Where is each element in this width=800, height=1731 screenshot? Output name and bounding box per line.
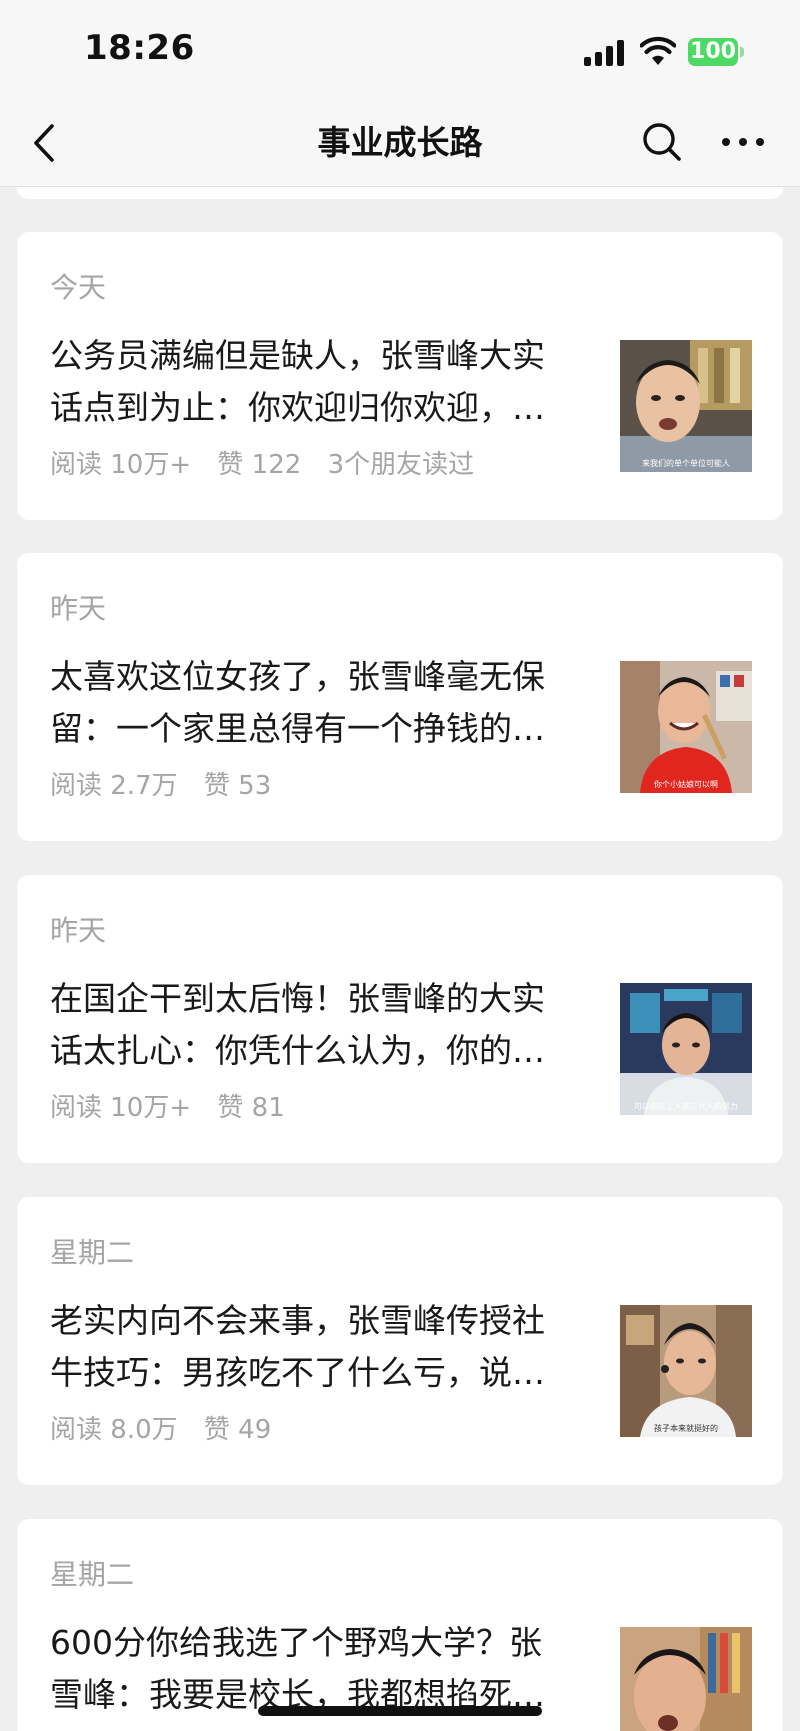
thumbnail-caption: 来我们的单个单位可能人 [642,458,730,468]
article-title[interactable]: 太喜欢这位女孩了，张雪峰毫无保 留：一个家里总得有一个挣钱的… [50,651,580,755]
article-thumbnail[interactable]: 来我们的单个单位可能人 [620,340,752,472]
article-date: 今天 [50,271,107,304]
page-title: 事业成长路 [317,123,483,162]
read-count: 阅读 10万+ [50,1093,192,1123]
thumbnail-caption: 可以把这上人家三代人的努力 [634,1101,738,1111]
article-stats: 阅读 10万+ 赞 122 3个朋友读过 [50,444,492,481]
article-thumbnail[interactable]: 孩子本来就挺好的 [620,1305,752,1437]
home-indicator[interactable] [258,1706,542,1716]
article-card[interactable]: 昨天 太喜欢这位女孩了，张雪峰毫无保 留：一个家里总得有一个挣钱的… 阅读 2.… [17,553,783,841]
battery-icon: 100 [688,38,744,66]
article-title[interactable]: 在国企干到太后悔！张雪峰的大实 话太扎心：你凭什么认为，你的… [50,973,580,1077]
article-title[interactable]: 老实内向不会来事，张雪峰传授社 牛技巧：男孩吃不了什么亏，说… [50,1295,580,1399]
read-count: 阅读 8.0万 [50,1415,178,1445]
article-card[interactable]: 星期二 600分你给我选了个野鸡大学？张 雪峰：我要是校长，我都想掐死… [17,1519,783,1731]
like-count: 赞 122 [217,450,302,480]
article-stats: 阅读 2.7万 赞 53 [50,765,289,802]
nav-bar: 事业成长路 [0,100,800,187]
article-title[interactable]: 公务员满编但是缺人，张雪峰大实 话点到为止：你欢迎归你欢迎，… [50,330,580,434]
cellular-signal-icon [584,38,626,66]
article-card[interactable]: 今天 公务员满编但是缺人，张雪峰大实 话点到为止：你欢迎归你欢迎，… 阅读 10… [17,232,783,520]
back-chevron-icon[interactable] [26,118,66,168]
article-thumbnail[interactable]: 可以把这上人家三代人的努力 [620,983,752,1115]
read-count: 阅读 10万+ [50,450,192,480]
article-card[interactable]: 昨天 在国企干到太后悔！张雪峰的大实 话太扎心：你凭什么认为，你的… 阅读 10… [17,875,783,1163]
article-thumbnail[interactable] [620,1627,752,1731]
previous-article-card-tail [17,187,783,199]
like-count: 赞 53 [203,771,272,801]
status-time: 18:26 [84,28,195,68]
thumbnail-caption: 你个小姑娘可以啊 [654,779,718,789]
article-card[interactable]: 星期二 老实内向不会来事，张雪峰传授社 牛技巧：男孩吃不了什么亏，说… 阅读 8… [17,1197,783,1485]
article-thumbnail[interactable]: 你个小姑娘可以啊 [620,661,752,793]
thumbnail-caption: 孩子本来就挺好的 [654,1423,718,1433]
article-date: 昨天 [50,914,107,947]
status-bar: 18:26 100 [0,0,800,100]
article-stats: 阅读 10万+ 赞 81 [50,1087,303,1124]
friends-read: 3个朋友读过 [327,450,475,480]
article-stats: 阅读 8.0万 赞 49 [50,1409,289,1446]
read-count: 阅读 2.7万 [50,771,178,801]
like-count: 赞 81 [217,1093,285,1123]
like-count: 赞 49 [203,1415,272,1445]
search-icon[interactable] [640,120,684,164]
article-date: 昨天 [50,592,107,625]
article-feed[interactable]: 今天 公务员满编但是缺人，张雪峰大实 话点到为止：你欢迎归你欢迎，… 阅读 10… [0,187,800,1731]
article-date: 星期二 [50,1558,135,1591]
article-date: 星期二 [50,1236,135,1269]
more-dots-icon[interactable] [718,120,768,164]
battery-level: 100 [688,38,738,66]
wifi-icon [640,36,676,65]
